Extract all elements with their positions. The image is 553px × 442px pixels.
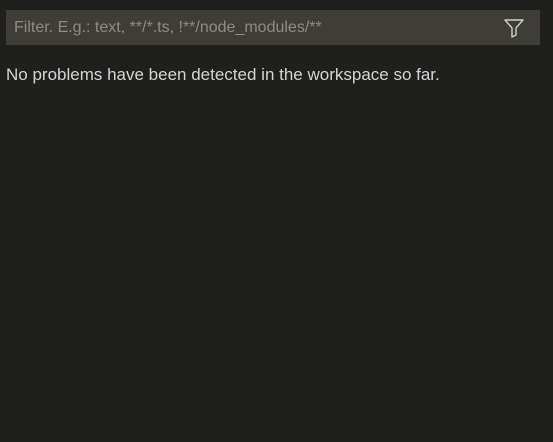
filter-input[interactable] — [6, 10, 498, 45]
filter-bar — [6, 10, 540, 45]
problems-panel: No problems have been detected in the wo… — [0, 0, 553, 442]
filter-funnel-icon — [503, 17, 525, 39]
filter-button[interactable] — [498, 12, 530, 44]
empty-problems-message: No problems have been detected in the wo… — [6, 65, 440, 84]
